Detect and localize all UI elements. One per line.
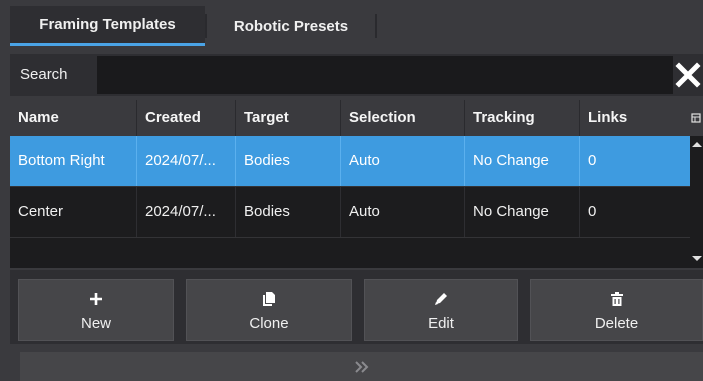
table-header: Name Created Target Selection Tracking L… xyxy=(10,100,690,136)
cell-name: Bottom Right xyxy=(10,136,137,186)
cell-created: 2024/07/... xyxy=(137,136,236,186)
clone-button[interactable]: Clone xyxy=(186,279,352,341)
tab-robotic-presets[interactable]: Robotic Presets xyxy=(207,6,375,46)
new-button[interactable]: New xyxy=(18,279,174,341)
cell-tracking: No Change xyxy=(465,187,580,237)
cell-links: 0 xyxy=(588,203,597,220)
cell-target: Bodies xyxy=(236,136,341,186)
action-bar: New Clone Edit Delete xyxy=(10,270,703,344)
search-label: Search xyxy=(20,66,68,83)
new-button-label: New xyxy=(80,314,111,332)
tab-bar: Framing Templates Robotic Presets xyxy=(10,6,703,46)
search-bar: Search xyxy=(10,54,703,96)
tab-divider xyxy=(375,14,377,38)
delete-button[interactable]: Delete xyxy=(530,279,703,341)
double-chevron-right-icon xyxy=(354,360,368,373)
cell-tracking: No Change xyxy=(465,136,580,186)
cell-name: Center xyxy=(10,187,137,237)
templates-table: Name Created Target Selection Tracking L… xyxy=(10,100,690,268)
edit-button-label: Edit xyxy=(428,314,454,332)
cell-selection: Auto xyxy=(341,187,465,237)
scroll-down-arrow-icon[interactable] xyxy=(692,256,702,261)
column-header-tracking[interactable]: Tracking xyxy=(465,100,580,136)
column-chooser-icon xyxy=(691,112,701,123)
table-row[interactable]: Center 2024/07/... Bodies Auto No Change… xyxy=(10,187,690,238)
clear-search-button[interactable] xyxy=(673,60,703,90)
delete-button-label: Delete xyxy=(594,314,639,332)
scroll-up-arrow-icon[interactable] xyxy=(692,142,702,147)
expand-panel-button[interactable] xyxy=(20,352,703,381)
plus-icon xyxy=(89,289,103,309)
column-chooser-button[interactable] xyxy=(690,100,703,136)
column-header-selection[interactable]: Selection xyxy=(341,100,465,136)
table-row[interactable]: Bottom Right 2024/07/... Bodies Auto No … xyxy=(10,136,690,187)
clone-button-label: Clone xyxy=(249,314,289,332)
tab-framing-templates[interactable]: Framing Templates xyxy=(10,6,205,46)
cell-links: 0 xyxy=(588,152,597,169)
search-input[interactable] xyxy=(97,56,673,94)
cell-target: Bodies xyxy=(236,187,341,237)
trash-icon xyxy=(610,289,623,309)
column-header-name[interactable]: Name xyxy=(10,100,137,136)
pencil-icon xyxy=(433,289,449,309)
column-header-target[interactable]: Target xyxy=(236,100,341,136)
cell-selection: Auto xyxy=(341,136,465,186)
column-header-links[interactable]: Links xyxy=(580,100,690,136)
clone-icon xyxy=(262,289,276,309)
cell-created: 2024/07/... xyxy=(137,187,236,237)
edit-button[interactable]: Edit xyxy=(364,279,518,341)
column-header-created[interactable]: Created xyxy=(137,100,236,136)
close-icon xyxy=(675,62,701,88)
